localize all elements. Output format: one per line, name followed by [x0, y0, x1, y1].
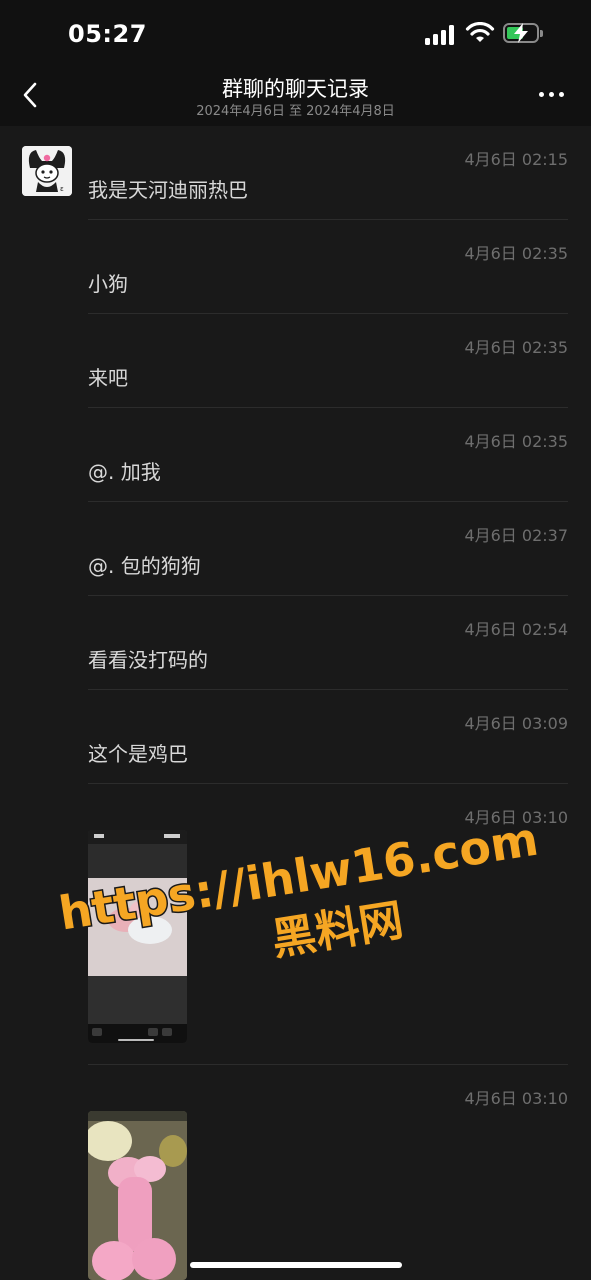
message-text: 小狗 [88, 272, 128, 296]
svg-text:ε: ε [60, 185, 64, 193]
divider [88, 595, 568, 596]
page-title: 群聊的聊天记录 [222, 77, 369, 101]
image-thumbnail[interactable] [88, 830, 187, 1043]
date-range-subtitle: 2024年4月6日 至 2024年4月8日 [196, 104, 395, 119]
status-bar: 05:27 [0, 0, 591, 64]
avatar[interactable]: ε [22, 146, 72, 196]
battery-charging-icon [503, 23, 543, 43]
image-thumbnail[interactable] [88, 1111, 187, 1280]
wifi-icon [465, 22, 495, 42]
message-timestamp: 4月6日 02:35 [464, 244, 568, 263]
divider [88, 407, 568, 408]
list-item[interactable]: 4月6日 03:10 [88, 1085, 568, 1280]
message-timestamp: 4月6日 02:35 [464, 432, 568, 451]
ellipsis-icon[interactable] [537, 92, 567, 100]
message-timestamp: 4月6日 03:10 [464, 808, 568, 827]
list-item[interactable]: 4月6日 02:35 来吧 [88, 334, 568, 408]
divider [88, 689, 568, 690]
message-text: @. 加我 [88, 460, 161, 484]
list-item[interactable]: 4月6日 02:35 @. 加我 [88, 428, 568, 502]
navigation-bar: 群聊的聊天记录 2024年4月6日 至 2024年4月8日 [0, 64, 591, 126]
list-item[interactable]: 4月6日 02:37 @. 包的狗狗 [88, 522, 568, 596]
message-text: @. 包的狗狗 [88, 554, 201, 578]
list-item[interactable]: 4月6日 02:35 小狗 [88, 240, 568, 314]
message-timestamp: 4月6日 02:35 [464, 338, 568, 357]
divider [88, 783, 568, 784]
message-text: 看看没打码的 [88, 648, 208, 672]
list-item[interactable]: 4月6日 02:15 我是天河迪丽热巴 [88, 146, 568, 220]
message-timestamp: 4月6日 02:15 [464, 150, 568, 169]
list-item[interactable]: 4月6日 03:09 这个是鸡巴 [88, 710, 568, 784]
divider [88, 501, 568, 502]
message-timestamp: 4月6日 02:54 [464, 620, 568, 639]
message-text: 我是天河迪丽热巴 [88, 178, 248, 202]
divider [88, 219, 568, 220]
message-timestamp: 4月6日 03:09 [464, 714, 568, 733]
message-text: 来吧 [88, 366, 128, 390]
cellular-signal-icon [425, 25, 457, 45]
list-item[interactable]: 4月6日 03:10 [88, 804, 568, 1065]
message-timestamp: 4月6日 03:10 [464, 1089, 568, 1108]
divider [88, 313, 568, 314]
message-timestamp: 4月6日 02:37 [464, 526, 568, 545]
status-time: 05:27 [68, 20, 147, 48]
home-indicator[interactable] [190, 1262, 402, 1268]
list-item[interactable]: 4月6日 02:54 看看没打码的 [88, 616, 568, 690]
video-screenshot-icon [88, 830, 187, 1043]
message-text: 这个是鸡巴 [88, 742, 188, 766]
divider [88, 1064, 568, 1065]
kuromi-character-icon: ε [22, 146, 72, 196]
photo-icon [88, 1111, 187, 1280]
